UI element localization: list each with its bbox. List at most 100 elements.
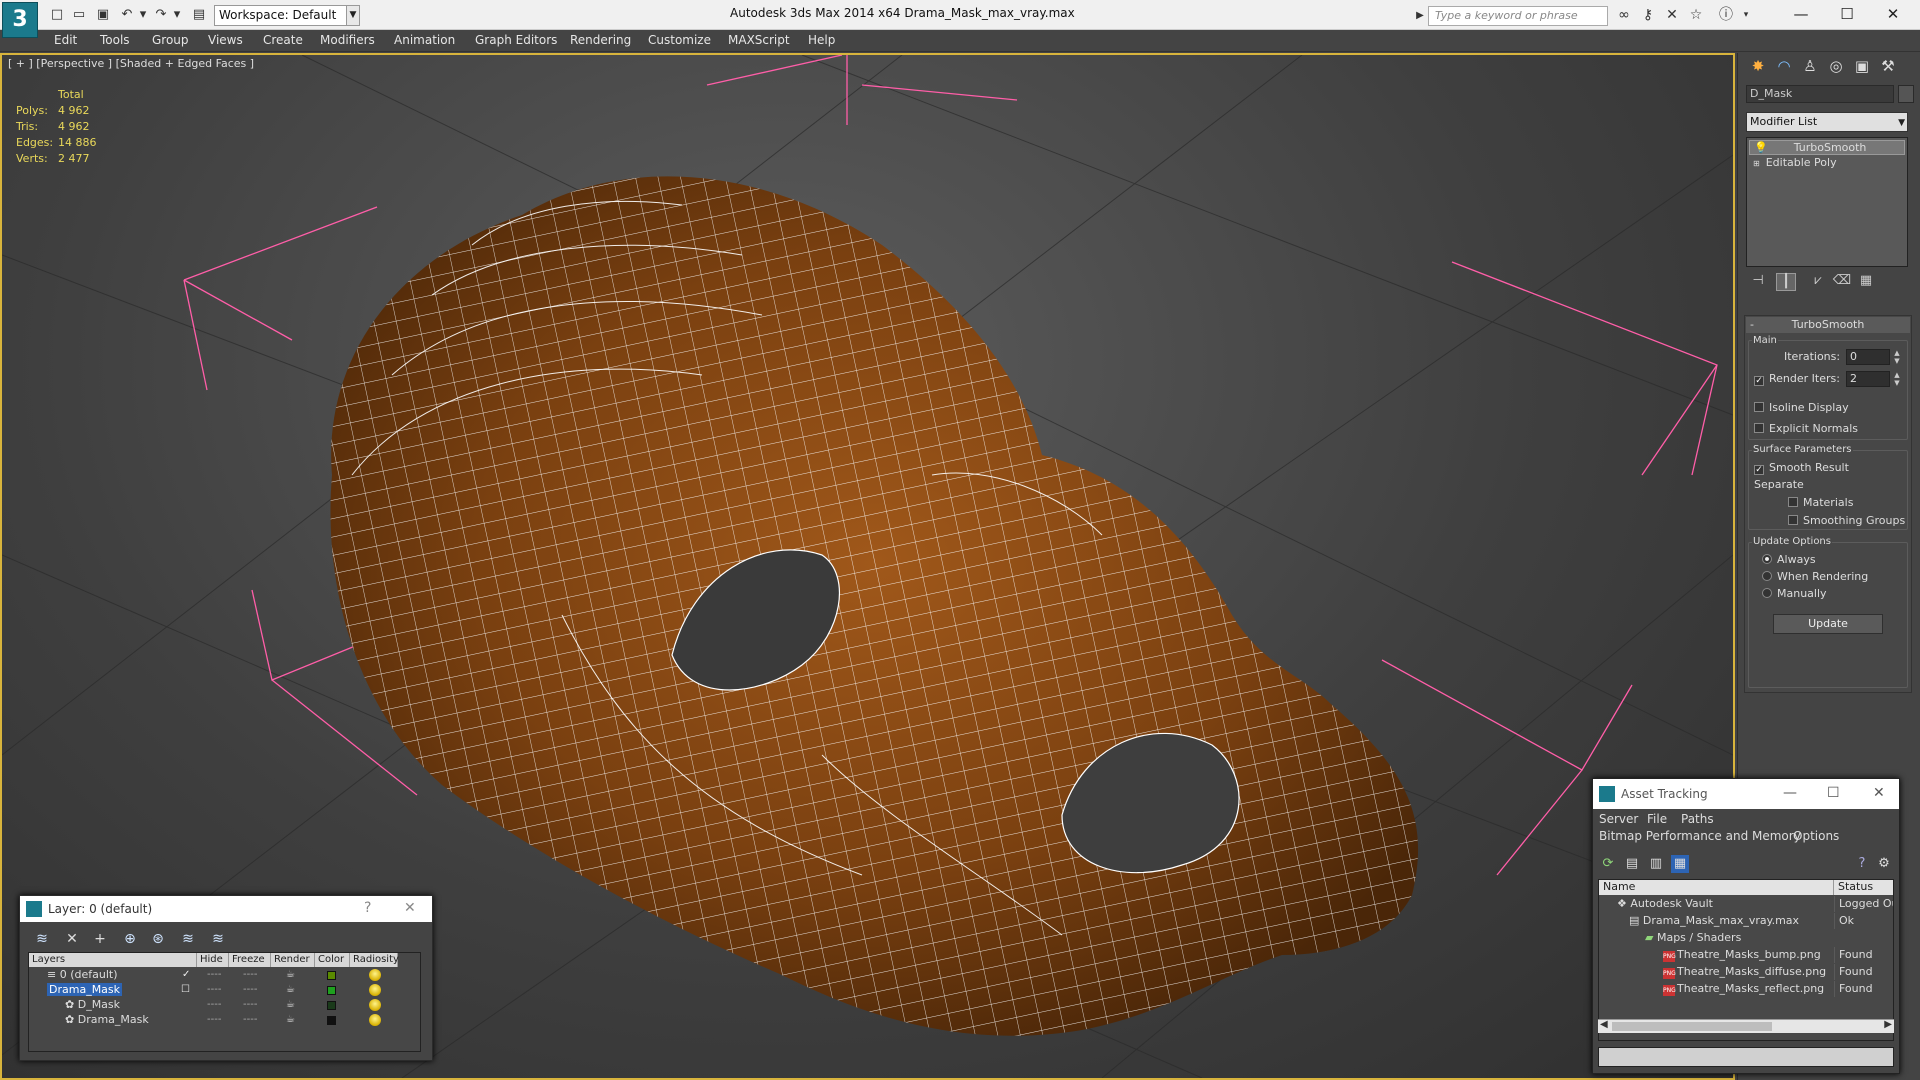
freeze-cell[interactable]: ---- [243, 1013, 257, 1027]
menu-rendering[interactable]: Rendering [570, 33, 631, 47]
radiosity-bulb-icon[interactable] [369, 1014, 381, 1026]
create-tab-icon[interactable]: ✸ [1746, 55, 1770, 77]
scroll-right-icon[interactable]: ▶ [1884, 1019, 1892, 1030]
hide-cell[interactable]: ---- [207, 998, 221, 1012]
col-color[interactable]: Color [315, 953, 350, 967]
col-freeze[interactable]: Freeze [229, 953, 271, 967]
when-rendering-row[interactable]: When Rendering [1762, 570, 1868, 583]
manually-row[interactable]: Manually [1762, 587, 1827, 600]
menu-modifiers[interactable]: Modifiers [320, 33, 375, 47]
radiosity-bulb-icon[interactable] [369, 984, 381, 996]
asset-row[interactable]: ▤ Drama_Mask_max_vray.max Ok [1599, 913, 1893, 930]
layer-color-swatch[interactable] [327, 986, 336, 995]
scrollbar-thumb[interactable] [1612, 1022, 1772, 1031]
freeze-cell[interactable]: ---- [243, 983, 257, 997]
col-layers[interactable]: Layers [29, 953, 197, 967]
close-icon[interactable]: ✕ [404, 900, 416, 916]
display-tab-icon[interactable]: ▣ [1850, 55, 1874, 77]
smooth-result-checkbox[interactable]: ✓ [1754, 465, 1764, 475]
teapot-icon[interactable]: ☕ [286, 1013, 295, 1027]
menu-server[interactable]: Server [1599, 812, 1638, 826]
add-to-layer-icon[interactable]: + [90, 930, 110, 948]
menu-bitmap-performance[interactable]: Bitmap Performance and Memory [1599, 829, 1801, 843]
create-layer-icon[interactable]: ≋ [32, 930, 52, 948]
object-name-field[interactable]: D_Mask [1746, 85, 1894, 103]
horizontal-scrollbar[interactable]: ◀ ▶ [1598, 1019, 1894, 1033]
tree-view-icon[interactable]: ▥ [1647, 855, 1665, 873]
object-color-swatch[interactable] [1898, 85, 1914, 103]
utilities-tab-icon[interactable]: ⚒ [1876, 55, 1900, 77]
layer-row[interactable]: ✿ Drama_Mask ---- ---- ☕ [29, 1013, 420, 1028]
rollout-header[interactable]: - TurboSmooth [1746, 317, 1910, 333]
stack-item-turbosmooth[interactable]: 💡 TurboSmooth [1749, 140, 1905, 155]
col-render[interactable]: Render [271, 953, 315, 967]
maximize-icon[interactable]: ☐ [1827, 785, 1840, 801]
key-icon[interactable]: ⚷ [1638, 6, 1658, 24]
freeze-cell[interactable]: ---- [243, 998, 257, 1012]
always-row[interactable]: Always [1762, 553, 1816, 566]
modify-tab-icon[interactable]: ◠ [1772, 55, 1796, 77]
settings-icon[interactable]: ⚙ [1875, 855, 1893, 873]
menu-paths[interactable]: Paths [1681, 812, 1714, 826]
binoculars-icon[interactable]: ∞ [1614, 6, 1634, 24]
col-status[interactable]: Status [1834, 880, 1893, 895]
new-file-icon[interactable]: □ [48, 6, 66, 24]
asset-row[interactable]: ▰ Maps / Shaders [1599, 930, 1893, 947]
menu-help[interactable]: Help [808, 33, 835, 47]
teapot-icon[interactable]: ☕ [286, 968, 295, 982]
asset-tracking-title-bar[interactable]: Asset Tracking — ☐ ✕ [1593, 779, 1899, 809]
hierarchy-tab-icon[interactable]: ♙ [1798, 55, 1822, 77]
menu-options[interactable]: Options [1793, 829, 1839, 843]
help-icon[interactable]: ? [1853, 855, 1871, 873]
save-icon[interactable]: ▣ [94, 6, 112, 24]
configure-sets-icon[interactable]: ▦ [1856, 273, 1876, 288]
hide-cell[interactable]: ---- [207, 1013, 221, 1027]
open-file-icon[interactable]: ▭ [70, 6, 88, 24]
layer-color-swatch[interactable] [327, 1001, 336, 1010]
project-folder-icon[interactable]: ▤ [190, 6, 208, 24]
freeze-cell[interactable]: ---- [243, 968, 257, 982]
explicit-normals-row[interactable]: Explicit Normals [1754, 422, 1858, 435]
close-icon[interactable]: ✕ [1870, 0, 1916, 28]
maximize-icon[interactable]: ☐ [1824, 0, 1870, 28]
expand-plus-icon[interactable]: ⊞ [1749, 159, 1766, 168]
viewport-label[interactable]: [ + ] [Perspective ] [Shaded + Edged Fac… [8, 57, 254, 70]
teapot-icon[interactable]: ☕ [286, 998, 295, 1012]
smoothing-groups-row[interactable]: Smoothing Groups [1788, 514, 1905, 527]
teapot-icon[interactable]: ☕ [286, 983, 295, 997]
lightbulb-icon[interactable]: 💡 [1750, 141, 1776, 154]
help-icon[interactable]: ⓘ [1716, 6, 1736, 24]
menu-edit[interactable]: Edit [54, 33, 77, 47]
hide-cell[interactable]: ---- [207, 968, 221, 982]
col-name[interactable]: Name [1599, 880, 1834, 895]
close-icon[interactable]: ✕ [1873, 785, 1885, 801]
layer-manager-title-bar[interactable]: Layer: 0 (default) ? ✕ [20, 896, 432, 922]
radiosity-bulb-icon[interactable] [369, 999, 381, 1011]
spinner-arrows-icon[interactable]: ▲ ▼ [1892, 349, 1902, 365]
radiosity-bulb-icon[interactable] [369, 969, 381, 981]
menu-create[interactable]: Create [263, 33, 303, 47]
highlight-layer-icon[interactable]: ⊛ [148, 930, 168, 948]
freeze-all-layers-icon[interactable]: ≋ [208, 930, 228, 948]
smoothing-groups-checkbox[interactable] [1788, 515, 1798, 525]
asset-row[interactable]: PNGTheatre_Masks_bump.png Found [1599, 947, 1893, 964]
minimize-icon[interactable]: — [1783, 785, 1797, 801]
workspace-dropdown-arrow[interactable]: ▼ [346, 5, 360, 26]
list-view-icon[interactable]: ▤ [1623, 855, 1641, 873]
hide-cell[interactable]: ---- [207, 983, 221, 997]
menu-animation[interactable]: Animation [394, 33, 455, 47]
menu-tools[interactable]: Tools [100, 33, 130, 47]
layer-row[interactable]: Drama_Mask ☐ ---- ---- ☕ [29, 983, 420, 998]
update-button[interactable]: Update [1773, 614, 1883, 634]
help-button[interactable]: ? [364, 900, 371, 916]
current-layer-check-icon[interactable]: ✓ [182, 968, 190, 982]
menu-file[interactable]: File [1647, 812, 1667, 826]
redo-dropdown-icon[interactable]: ▾ [168, 6, 186, 24]
layer-color-swatch[interactable] [327, 971, 336, 980]
modifier-stack[interactable]: 💡 TurboSmooth ⊞ Editable Poly [1746, 137, 1908, 267]
layer-row[interactable]: ✿ D_Mask ---- ---- ☕ [29, 998, 420, 1013]
stack-item-editable-poly[interactable]: ⊞ Editable Poly [1749, 156, 1905, 171]
when-rendering-radio[interactable] [1762, 571, 1772, 581]
modifier-list-dropdown[interactable]: Modifier List ▼ [1746, 112, 1908, 132]
workspace-dropdown[interactable]: Workspace: Default [214, 5, 359, 26]
